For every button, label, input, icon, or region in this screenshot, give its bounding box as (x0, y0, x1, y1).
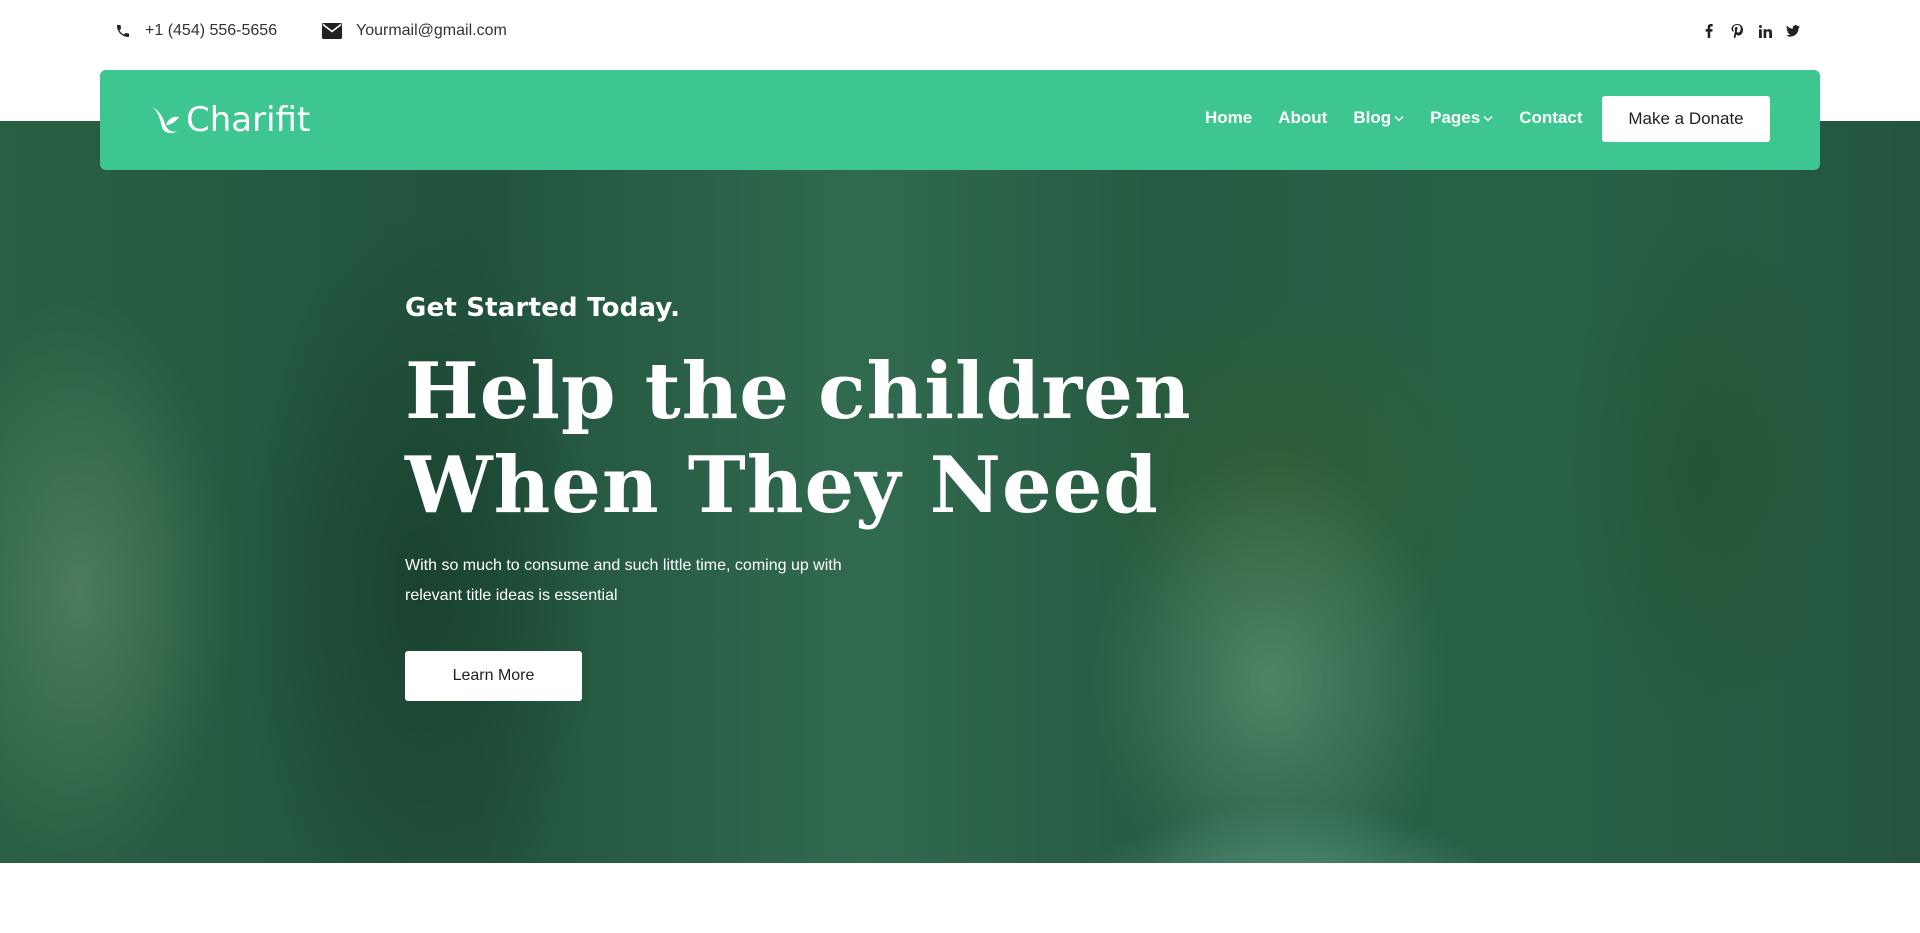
nav-item-label: Pages (1430, 108, 1481, 127)
nav-item-label: Home (1205, 108, 1253, 127)
hero-content: Get Started Today. Help the children Whe… (405, 293, 1192, 701)
nav-item-label: Contact (1519, 108, 1583, 127)
brand-name: Charifit (186, 100, 311, 140)
brand-logo[interactable]: Charifit (148, 100, 310, 140)
phone-icon (117, 25, 129, 37)
email-contact[interactable]: Yourmail@gmail.com (322, 22, 507, 40)
nav-item-label: Blog (1353, 108, 1392, 127)
nav-item-blog[interactable]: Blog (1353, 108, 1404, 128)
email-address: Yourmail@gmail.com (356, 22, 507, 39)
nav-item-about[interactable]: About (1278, 108, 1327, 128)
chevron-down-icon (1483, 115, 1493, 122)
hero-banner: Get Started Today. Help the children Whe… (0, 121, 1920, 863)
hero-headline: Help the children When They Need (405, 345, 1192, 533)
envelope-icon (322, 23, 342, 39)
nav-item-contact[interactable]: Contact (1519, 108, 1582, 128)
main-navbar: Charifit Home About Blog Pages Contact M… (100, 70, 1820, 170)
top-bar: +1 (454) 556-5656 Yourmail@gmail.com (0, 0, 1920, 70)
chevron-down-icon (1394, 115, 1404, 122)
pinterest-icon[interactable] (1730, 24, 1744, 38)
make-donate-button[interactable]: Make a Donate (1602, 96, 1770, 142)
hero-headline-line-1: Help the children (405, 346, 1192, 437)
nav-item-label: About (1278, 108, 1328, 127)
learn-more-button[interactable]: Learn More (405, 651, 582, 701)
hero-description: With so much to consume and such little … (405, 557, 842, 604)
nav-item-pages[interactable]: Pages (1430, 108, 1493, 128)
hero-eyebrow: Get Started Today. (405, 293, 681, 323)
leaf-logo-icon (152, 107, 179, 134)
phone-number: +1 (454) 556-5656 (145, 22, 278, 39)
nav-menu: Home About Blog Pages Contact (1205, 108, 1582, 128)
hero-headline-line-2: When They Need (405, 440, 1159, 531)
phone-contact[interactable]: +1 (454) 556-5656 (115, 22, 277, 40)
twitter-icon[interactable] (1786, 24, 1800, 38)
nav-item-home[interactable]: Home (1205, 108, 1252, 128)
social-links (1702, 24, 1800, 38)
facebook-icon[interactable] (1702, 24, 1716, 38)
linkedin-icon[interactable] (1758, 24, 1772, 38)
